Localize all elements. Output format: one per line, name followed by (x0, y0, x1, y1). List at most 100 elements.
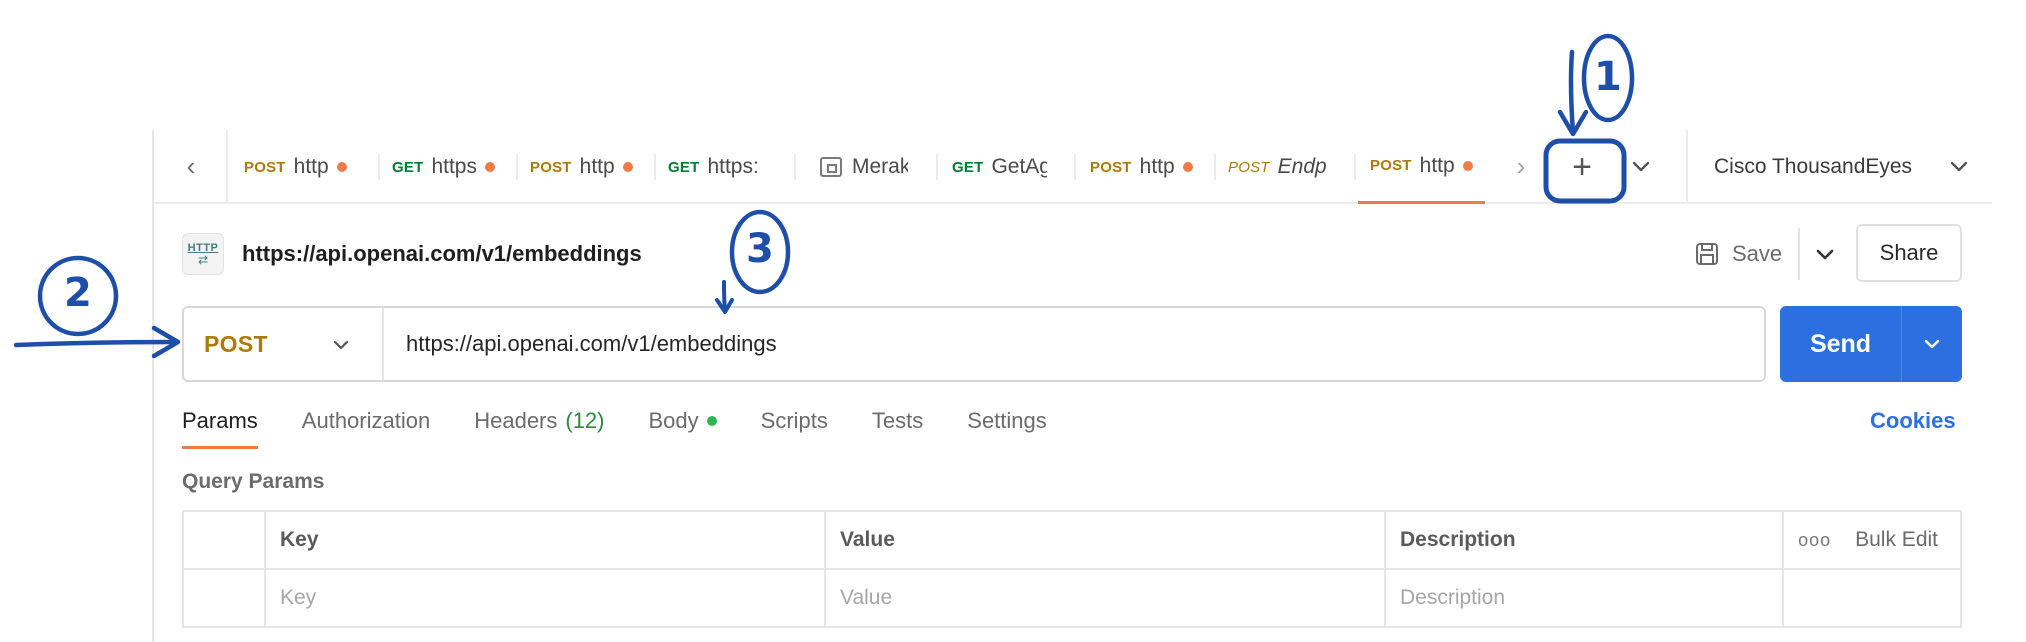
tab-label: Params (182, 408, 258, 433)
tab-headers[interactable]: Headers (12) (474, 408, 604, 446)
unsaved-dot-icon (622, 162, 633, 172)
save-label: Save (1732, 241, 1783, 266)
tab-body[interactable]: Body (649, 408, 717, 446)
column-header-description: Description (1386, 512, 1784, 568)
http-request-icon: HTTP ⇄ (182, 233, 224, 275)
environment-chevron-down-icon[interactable] (1944, 152, 1974, 182)
url-input[interactable] (384, 308, 1764, 380)
column-header-value: Value (826, 512, 1386, 568)
unsaved-dot-icon (336, 162, 347, 172)
tab-name: https (431, 155, 477, 178)
annotation-arrow-1 (1568, 49, 1576, 135)
cookies-link[interactable]: Cookies (1870, 408, 1956, 434)
tab-method: POST (1370, 157, 1412, 174)
tab-label: Body (648, 408, 699, 433)
tab-method: GET (952, 158, 984, 176)
send-button[interactable]: Send (1780, 306, 1902, 382)
request-tabs: Params Authorization Headers (12) Body S… (182, 408, 1091, 458)
tab-name: http (579, 155, 615, 178)
tab-scripts[interactable]: Scripts (761, 408, 828, 446)
tab-name: http (293, 155, 329, 178)
row-checkbox-cell (184, 570, 266, 626)
request-title[interactable]: https://api.openai.com/v1/embeddings (242, 241, 642, 267)
unsaved-dot-icon (484, 162, 495, 172)
tab-label: Settings (967, 408, 1047, 433)
divider (1798, 228, 1800, 280)
request-workspace: ‹ POST http GET https POST http GET http… (152, 130, 1992, 642)
request-tab-active[interactable]: POST http (1358, 130, 1485, 204)
request-tab[interactable]: POST Endp (1216, 130, 1339, 204)
request-tab[interactable]: GET https: (656, 130, 771, 204)
divider (1074, 154, 1076, 180)
tab-method: GET (392, 158, 424, 176)
tab-bar: ‹ POST http GET https POST http GET http… (154, 130, 1992, 204)
unsaved-dot-icon (1182, 162, 1193, 172)
request-tab[interactable]: GET https (380, 130, 507, 204)
method-dropdown[interactable]: POST (184, 308, 384, 380)
request-header: HTTP ⇄ https://api.openai.com/v1/embeddi… (182, 226, 642, 282)
chevron-down-icon (333, 340, 349, 350)
checkbox-column-header (184, 512, 266, 568)
tab-method: POST (1090, 158, 1132, 176)
send-button-group: Send (1780, 306, 1962, 382)
tab-settings[interactable]: Settings (967, 408, 1047, 446)
save-icon (1696, 243, 1718, 265)
value-input[interactable]: Value (826, 570, 1386, 626)
bulk-edit-label: Bulk Edit (1855, 528, 1938, 551)
tab-authorization[interactable]: Authorization (302, 408, 430, 446)
tab-name: http (1419, 153, 1455, 177)
tab-label: Authorization (301, 408, 431, 433)
save-options-chevron-down-icon[interactable] (1810, 240, 1840, 270)
send-options-button[interactable] (1902, 306, 1962, 382)
column-header-key: Key (266, 512, 826, 568)
query-params-label: Query Params (182, 470, 325, 493)
tab-method: GET (668, 158, 700, 176)
bulk-edit-cell: ooo Bulk Edit (1784, 512, 1960, 568)
empty-cell (1784, 570, 1960, 626)
request-tab[interactable]: POST http (232, 130, 359, 204)
divider (1686, 130, 1688, 204)
table-header-row: Key Value Description ooo Bulk Edit (184, 512, 1960, 570)
document-icon (820, 157, 842, 177)
divider (794, 154, 796, 180)
annotation-number-3: 3 (746, 226, 774, 272)
tab-tests[interactable]: Tests (872, 408, 923, 446)
request-tab[interactable]: POST http (518, 130, 645, 204)
key-input[interactable]: Key (266, 570, 826, 626)
divider (1354, 154, 1356, 180)
tab-options-chevron-down-icon[interactable] (1626, 152, 1656, 182)
tab-name: Endp (1277, 155, 1327, 178)
scroll-tabs-right-icon[interactable]: › (1504, 150, 1538, 184)
tab-method: POST (244, 158, 286, 176)
tab-label: Tests (871, 408, 924, 433)
divider (226, 130, 228, 204)
more-options-icon: ooo (1798, 529, 1832, 550)
body-indicator-dot-icon (706, 416, 717, 426)
chevron-down-icon (1924, 339, 1940, 349)
divider (936, 154, 938, 180)
table-row: Key Value Description (184, 570, 1960, 628)
request-tab[interactable]: Merak (808, 130, 920, 204)
tab-name: GetAg (991, 155, 1048, 178)
url-bar: POST (182, 306, 1766, 382)
tab-method: POST (1228, 158, 1270, 176)
new-tab-button[interactable]: + (1562, 148, 1602, 188)
save-button[interactable]: Save (1694, 226, 1782, 282)
scroll-tabs-left-icon[interactable]: ‹ (174, 150, 208, 184)
share-button[interactable]: Share (1856, 224, 1962, 282)
tab-params[interactable]: Params (182, 408, 258, 449)
tab-label: Scripts (760, 408, 828, 433)
request-tab[interactable]: POST http (1078, 130, 1205, 204)
headers-count: (12) (565, 408, 605, 433)
tab-name: https: (707, 155, 759, 178)
request-tab[interactable]: GET GetAg (940, 130, 1059, 204)
method-value: POST (204, 330, 268, 357)
tab-name: http (1139, 155, 1175, 178)
description-input[interactable]: Description (1386, 570, 1784, 626)
unsaved-dot-icon (1462, 160, 1473, 171)
bulk-edit-button[interactable]: ooo Bulk Edit (1798, 528, 1938, 552)
query-params-table: Key Value Description ooo Bulk Edit Key … (182, 510, 1962, 628)
tab-method: POST (530, 158, 572, 176)
annotation-number-1: 1 (1594, 54, 1622, 100)
environment-selector[interactable]: Cisco ThousandEyes (1714, 150, 1912, 184)
